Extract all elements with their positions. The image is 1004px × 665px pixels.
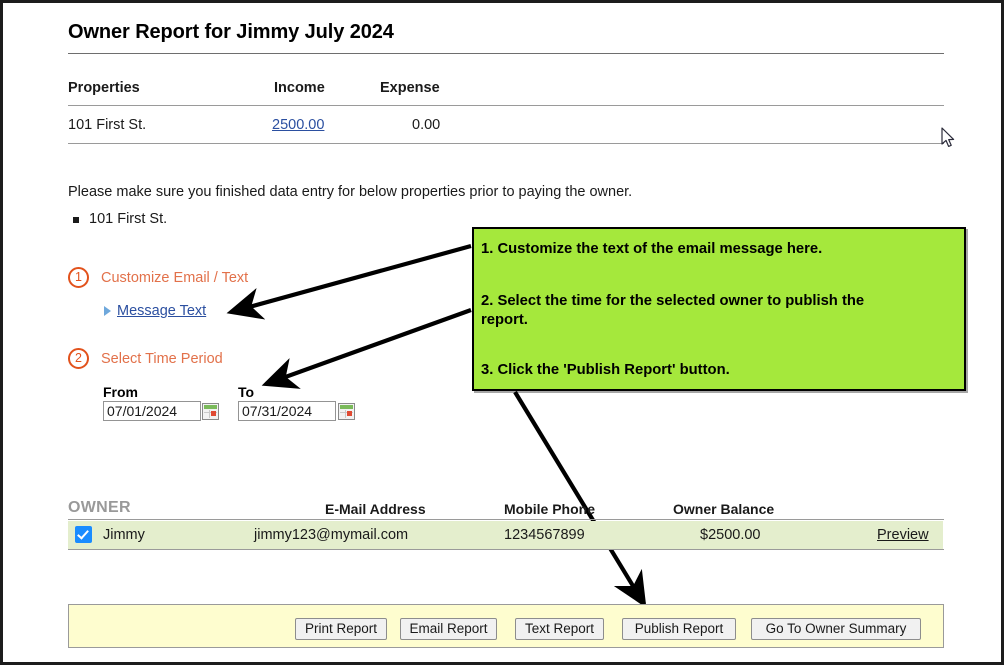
step-1-label: Customize Email / Text: [101, 270, 248, 286]
callout-line-4: 3. Click the 'Publish Report' button.: [481, 361, 959, 380]
notice-text: Please make sure you finished data entry…: [68, 184, 632, 200]
owner-row-name: Jimmy: [103, 527, 145, 543]
to-date-input[interactable]: [238, 401, 336, 421]
properties-row-divider: [68, 143, 944, 144]
email-report-button[interactable]: Email Report: [400, 618, 497, 640]
go-to-owner-summary-button[interactable]: Go To Owner Summary: [751, 618, 921, 640]
mouse-cursor-icon: [941, 127, 957, 149]
step-1-badge: 1: [68, 267, 89, 288]
bullet-icon: [73, 217, 79, 223]
instructions-callout: 1. Customize the text of the email messa…: [472, 227, 966, 391]
properties-row-income-link[interactable]: 2500.00: [272, 117, 324, 133]
owner-header-divider: [68, 519, 944, 520]
owner-row-preview-link[interactable]: Preview: [877, 527, 929, 543]
notice-list-item: 101 First St.: [89, 211, 167, 227]
properties-header-divider: [68, 105, 944, 106]
owner-column-header-mobile: Mobile Phone: [504, 501, 595, 517]
owner-column-header-owner: OWNER: [68, 499, 131, 517]
title-divider: [68, 53, 944, 54]
properties-column-header-expense: Expense: [380, 80, 440, 96]
callout-line-3: report.: [481, 311, 959, 330]
callout-arrow-1: [231, 246, 471, 312]
callout-arrow-2: [266, 310, 471, 384]
owner-column-header-balance: Owner Balance: [673, 501, 774, 517]
properties-column-header-properties: Properties: [68, 80, 140, 96]
callout-arrow-3: [515, 392, 644, 604]
properties-row-name: 101 First St.: [68, 117, 146, 133]
properties-column-header-income: Income: [274, 80, 325, 96]
owner-select-checkbox[interactable]: [75, 526, 92, 543]
publish-report-button[interactable]: Publish Report: [622, 618, 736, 640]
expand-triangle-icon[interactable]: [104, 306, 111, 316]
to-label: To: [238, 384, 254, 400]
callout-line-2: 2. Select the time for the selected owne…: [481, 292, 959, 311]
to-calendar-icon[interactable]: [338, 403, 355, 420]
text-report-button[interactable]: Text Report: [515, 618, 604, 640]
from-date-input[interactable]: [103, 401, 201, 421]
owner-row-balance: $2500.00: [700, 527, 760, 543]
screenshot-page: Owner Report for Jimmy July 2024 Propert…: [0, 0, 1004, 665]
step-2-badge: 2: [68, 348, 89, 369]
print-report-button[interactable]: Print Report: [295, 618, 387, 640]
step-2-label: Select Time Period: [101, 351, 223, 367]
properties-row-expense: 0.00: [412, 117, 440, 133]
owner-column-header-email: E-Mail Address: [325, 501, 426, 517]
from-label: From: [103, 384, 138, 400]
owner-row-email: jimmy123@mymail.com: [254, 527, 408, 543]
owner-row-divider: [68, 549, 944, 550]
callout-line-1: 1. Customize the text of the email messa…: [481, 240, 959, 259]
owner-row-mobile: 1234567899: [504, 527, 585, 543]
message-text-link[interactable]: Message Text: [117, 303, 206, 319]
page-title: Owner Report for Jimmy July 2024: [68, 21, 394, 44]
from-calendar-icon[interactable]: [202, 403, 219, 420]
